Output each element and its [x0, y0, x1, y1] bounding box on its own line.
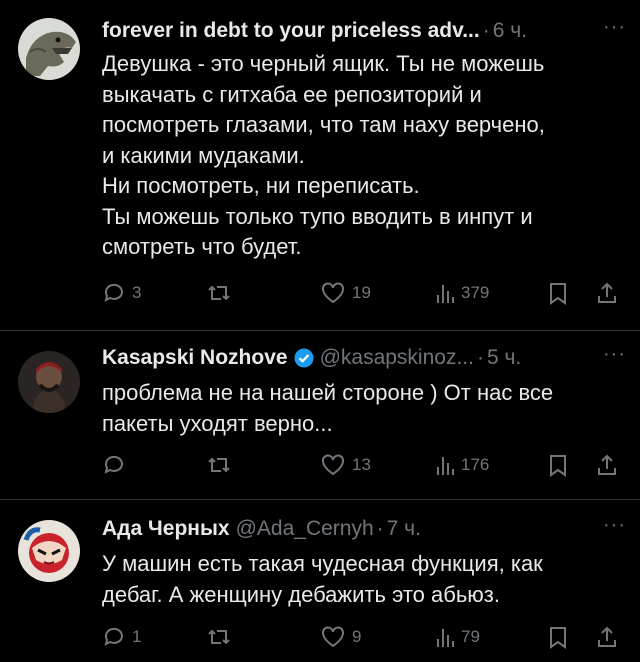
like-count: 13: [352, 455, 371, 474]
avatar-ada[interactable]: [18, 520, 80, 582]
separator-dot: ·: [476, 346, 484, 369]
tweet-actions: 1 9 79: [102, 622, 622, 652]
share-button[interactable]: [596, 278, 618, 308]
author-name[interactable]: Ада Черных: [102, 517, 230, 541]
retweet-icon: [208, 629, 230, 645]
separator-dot: ·: [482, 19, 490, 42]
author-handle[interactable]: @kasapskinoz...: [320, 346, 474, 370]
more-options-icon[interactable]: ···: [603, 514, 626, 537]
reply-icon: [104, 283, 123, 302]
share-icon: [598, 282, 616, 303]
author-name[interactable]: Kasapski Nozhove: [102, 346, 288, 370]
heart-icon: [322, 626, 344, 648]
retweet-button[interactable]: [206, 622, 232, 652]
retweet-button[interactable]: [206, 450, 232, 480]
reply-button[interactable]: 3: [102, 278, 141, 308]
tweet-time[interactable]: 7 ч.: [387, 517, 421, 541]
views-icon: [437, 629, 454, 647]
tweet-2[interactable]: Kasapski Nozhove @kasapskinoz... · 5 ч. …: [0, 331, 640, 499]
share-button[interactable]: [596, 450, 618, 480]
tweet-header: forever in debt to your priceless adv...…: [102, 16, 626, 46]
avatar-kasapski[interactable]: [18, 351, 80, 413]
author-name[interactable]: forever in debt to your priceless adv...: [102, 19, 480, 43]
reply-count: 1: [132, 627, 142, 646]
views-count: 79: [461, 627, 480, 646]
tweet-1[interactable]: forever in debt to your priceless adv...…: [0, 0, 640, 330]
tweet-time[interactable]: 6 ч.: [493, 19, 527, 43]
bookmark-icon: [550, 283, 566, 305]
tweet-actions: 3 19 379: [102, 278, 622, 308]
views-icon: [437, 457, 454, 475]
avatar-dinosaur[interactable]: [18, 18, 80, 80]
like-count: 9: [352, 627, 362, 646]
like-button[interactable]: 9: [320, 622, 361, 652]
bookmark-button[interactable]: [548, 450, 568, 480]
verified-badge-icon: [294, 348, 314, 368]
bookmark-icon: [550, 627, 566, 649]
separator-dot: ·: [376, 517, 384, 540]
like-button[interactable]: 19: [320, 278, 371, 308]
retweet-icon: [208, 285, 230, 301]
reply-icon: [104, 455, 123, 474]
like-button[interactable]: 13: [320, 450, 371, 480]
more-options-icon[interactable]: ···: [603, 16, 626, 39]
reply-button[interactable]: [102, 450, 132, 480]
share-icon: [598, 626, 616, 647]
reply-count: 3: [132, 283, 142, 302]
author-handle[interactable]: @Ada_Cernyh: [236, 517, 374, 541]
bookmark-button[interactable]: [548, 622, 568, 652]
retweet-icon: [208, 457, 230, 473]
retweet-button[interactable]: [206, 278, 232, 308]
bookmark-button[interactable]: [548, 278, 568, 308]
tweet-text: Девушка - это черный ящик. Ты не можешь …: [102, 51, 545, 259]
tweet-time[interactable]: 5 ч.: [487, 346, 521, 370]
tweet-actions: 13 176: [102, 450, 622, 480]
tweet-text: проблема не на нашей стороне ) От нас вс…: [102, 380, 554, 436]
heart-icon: [322, 454, 344, 476]
views-button[interactable]: 379: [435, 278, 489, 308]
reply-icon: [104, 627, 123, 646]
like-count: 19: [352, 283, 371, 302]
share-icon: [598, 454, 616, 475]
share-button[interactable]: [596, 622, 618, 652]
tweet-header: Ада Черных @Ada_Cernyh · 7 ч. ···: [102, 514, 626, 544]
bookmark-icon: [550, 455, 566, 477]
heart-icon: [322, 282, 344, 304]
views-icon: [437, 285, 454, 303]
tweet-header: Kasapski Nozhove @kasapskinoz... · 5 ч. …: [102, 343, 626, 373]
views-count: 379: [461, 283, 490, 302]
more-options-icon[interactable]: ···: [603, 343, 626, 366]
views-count: 176: [461, 455, 490, 474]
views-button[interactable]: 176: [435, 450, 489, 480]
tweet-3[interactable]: Ада Черных @Ada_Cernyh · 7 ч. ··· У маши…: [0, 500, 640, 662]
tweet-text: У машин есть такая чудесная функция, как…: [102, 551, 543, 607]
reply-button[interactable]: 1: [102, 622, 141, 652]
views-button[interactable]: 79: [435, 622, 480, 652]
